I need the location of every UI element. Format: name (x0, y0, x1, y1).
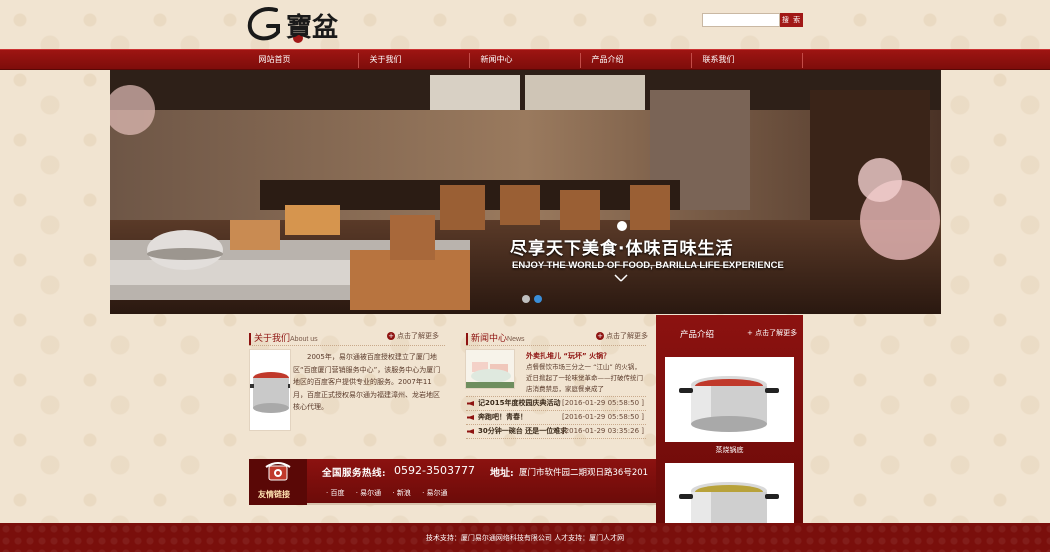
product-image (665, 357, 794, 442)
news-featured-headline[interactable]: 外卖扎堆儿 “玩坏” 火锅？ (526, 351, 610, 361)
news-divider (466, 345, 646, 346)
about-title-cn: 关于我们 (254, 334, 291, 344)
news-list-divider (466, 438, 646, 439)
address-label: 地址: (490, 468, 514, 479)
friend-links-label: 友情链接 (258, 489, 290, 499)
nav-divider (802, 53, 803, 68)
friend-links: · 百度 · 易尔通 · 新浪 · 易尔通 (326, 488, 457, 498)
about-image (249, 349, 291, 431)
news-list-item[interactable]: 奔跑吧！青春！ [2016-01-29 05:58:50 ] (466, 411, 646, 424)
about-more-link[interactable]: + 点击了解更多 (387, 331, 439, 341)
news-item-date: [2016-01-29 03:35:26 ] (561, 427, 644, 435)
slide-dot-1[interactable] (522, 295, 530, 303)
news-item-title: 30分钟一碗台 还是一位难求 (478, 427, 568, 435)
site-logo[interactable]: 寶盆 (246, 2, 366, 46)
news-featured-image[interactable] (465, 349, 515, 389)
nav-item-about[interactable]: 关于我们 (330, 50, 441, 70)
plus-icon: + (387, 332, 395, 340)
hotline-label: 全国服务热线: (322, 468, 387, 479)
banner-headline: 尽享天下美食·体味百味生活 (510, 239, 734, 259)
contact-bar: 友情链接 全国服务热线: 0592-3503777 地址: 厦门市软件园二期观日… (249, 459, 656, 505)
about-divider (249, 345, 445, 346)
hotline-phone: 0592-3503777 (394, 464, 475, 477)
slide-dot-2-active[interactable] (534, 295, 542, 303)
friend-link[interactable]: · 易尔通 (356, 489, 381, 497)
news-title-en: News (507, 336, 525, 343)
friend-link[interactable]: · 新浪 (392, 489, 410, 497)
news-item-title: 奔跑吧！青春！ (478, 413, 527, 421)
nav-item-home[interactable]: 网站首页 (219, 50, 330, 70)
about-text: 2005年，易尔通被百度授权建立了厦门地区“百度厦门营销服务中心”，该服务中心为… (293, 353, 441, 411)
footer-credits: 技术支持：厦门易尔通网络科技有限公司 人才支持：厦门人才网 (425, 534, 625, 542)
search-input[interactable] (702, 13, 780, 27)
news-more-label: 点击了解更多 (606, 332, 648, 340)
about-title-en: About us (290, 336, 318, 343)
friend-link[interactable]: · 百度 (326, 489, 344, 497)
megaphone-icon (467, 401, 474, 406)
restaurant-photo (110, 70, 941, 314)
megaphone-icon (467, 415, 474, 420)
search-button[interactable]: 搜 索 (780, 13, 803, 27)
header: 寶盆 搜 索 (0, 0, 1050, 48)
megaphone-icon (467, 429, 474, 434)
news-list-item[interactable]: 记2015年度校园庆典活动 [2016-01-29 05:58:50 ] (466, 397, 646, 410)
product-card[interactable] (665, 357, 794, 442)
links-badge: 友情链接 (249, 459, 307, 505)
product-card[interactable] (665, 463, 794, 525)
news-item-title: 记2015年度校园庆典活动 (478, 399, 561, 407)
banner-subline: ENJOY THE WORLD OF FOOD, BARILLA LIFE EX… (512, 260, 784, 271)
plus-icon: + (596, 332, 604, 340)
svg-text:寶盆: 寶盆 (286, 12, 339, 43)
about-more-label: 点击了解更多 (397, 332, 439, 340)
products-title: 产品介绍 (680, 330, 715, 340)
nav-item-contact[interactable]: 联系我们 (663, 50, 774, 70)
news-item-date: [2016-01-29 05:58:50 ] (561, 413, 644, 421)
news-section-title: 新闻中心News (466, 333, 525, 345)
hero-banner[interactable]: 尽享天下美食·体味百味生活 ENJOY THE WORLD OF FOOD, B… (110, 70, 941, 314)
about-section-title: 关于我们About us (249, 333, 318, 345)
friend-link[interactable]: · 易尔通 (422, 489, 447, 497)
nav-item-news[interactable]: 新闻中心 (441, 50, 552, 70)
news-list-item[interactable]: 30分钟一碗台 还是一位难求 [2016-01-29 03:35:26 ] (466, 425, 646, 438)
news-more-link[interactable]: + 点击了解更多 (596, 331, 648, 341)
main-nav: 网站首页 关于我们 新闻中心 产品介绍 联系我们 (0, 49, 1050, 70)
product-name[interactable]: 蒸烧锅底 (656, 445, 803, 455)
product-image (665, 463, 794, 525)
news-featured-excerpt: 点餐餐饮市场三分之一 “江山” 的火锅，近日掀起了一轮味觉革命——打破传统门店消… (526, 363, 643, 393)
products-more-link[interactable]: + 点击了解更多 (747, 328, 797, 338)
telephone-icon (265, 462, 291, 481)
address-value: 厦门市软件园二期观日路36号201 (519, 468, 649, 478)
news-title-cn: 新闻中心 (471, 334, 508, 344)
footer: 技术支持：厦门易尔通网络科技有限公司 人才支持：厦门人才网 (0, 523, 1050, 552)
nav-item-products[interactable]: 产品介绍 (552, 50, 663, 70)
news-item-date: [2016-01-29 05:58:50 ] (561, 399, 644, 407)
products-panel: 产品介绍 + 点击了解更多 蒸烧锅底 (656, 315, 803, 525)
